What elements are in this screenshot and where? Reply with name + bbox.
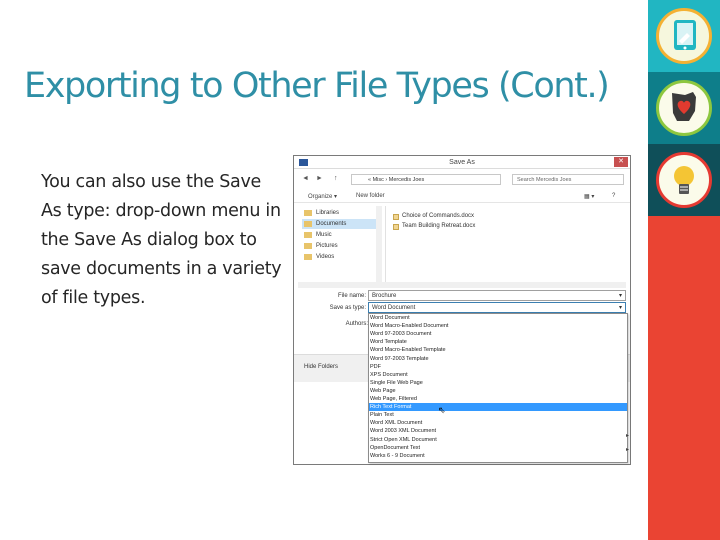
slide-title: Exporting to Other File Types (Cont.) xyxy=(24,66,610,106)
back-arrow-icon[interactable]: ◄ xyxy=(302,175,309,182)
tablet-touch-icon xyxy=(656,8,712,64)
nav-item-videos[interactable]: Videos xyxy=(302,252,382,262)
nav-item-label: Videos xyxy=(316,254,335,260)
folder-icon xyxy=(304,210,312,216)
file-list: Choice of Commands.docx Team Building Re… xyxy=(392,206,626,284)
nav-item-documents[interactable]: Documents xyxy=(302,219,382,229)
authors-label: Authors: xyxy=(345,321,368,327)
dropdown-option[interactable]: Word 97-2003 Document xyxy=(369,330,627,338)
file-name-row: File name: Brochure ▾ xyxy=(298,290,626,302)
dropdown-option[interactable]: Word Macro-Enabled Document xyxy=(369,322,627,330)
lightbulb-icon xyxy=(656,152,712,208)
dropdown-option[interactable]: Word 97-2003 Template xyxy=(369,355,627,363)
dropdown-option[interactable]: OpenDocument Text xyxy=(369,444,627,452)
save-as-dialog: Save As ✕ ◄ ► ↑ « Misc › Mercedis Joes S… xyxy=(293,155,631,465)
forward-arrow-icon[interactable]: ► xyxy=(316,175,323,182)
document-icon xyxy=(393,224,399,230)
mouse-pointer-icon: ⇖ xyxy=(438,405,446,415)
help-icon[interactable]: ? xyxy=(612,193,615,199)
dropdown-option[interactable]: Works 6 - 9 Document xyxy=(369,452,627,460)
save-type-dropdown-list: Word Document Word Macro-Enabled Documen… xyxy=(368,313,628,463)
nav-item-label: Documents xyxy=(316,221,347,227)
dropdown-option[interactable]: PDF xyxy=(369,363,627,371)
dropdown-option[interactable]: Single File Web Page xyxy=(369,379,627,387)
slide-body-text: You can also use the Save As type: drop-… xyxy=(41,172,282,308)
nav-item-music[interactable]: Music xyxy=(302,230,382,240)
file-name-field[interactable]: Brochure ▾ xyxy=(368,290,626,301)
dialog-titlebar: Save As ✕ xyxy=(294,156,630,169)
nav-item-label: Libraries xyxy=(316,210,340,216)
scroll-arrow-icon[interactable]: ▸ xyxy=(626,432,629,439)
save-type-value: Word Document xyxy=(372,305,416,311)
view-options-icon[interactable]: ▦ ▾ xyxy=(584,193,594,200)
file-item[interactable]: Choice of Commands.docx xyxy=(392,212,474,221)
decorative-side-bar xyxy=(648,0,720,540)
dropdown-option[interactable]: Word XML Document xyxy=(369,419,627,427)
ohio-tile xyxy=(648,72,720,144)
file-item[interactable]: Team Building Retreat.docx xyxy=(392,222,475,231)
pictures-icon xyxy=(304,243,312,249)
dropdown-option[interactable]: Web Page xyxy=(369,387,627,395)
document-icon xyxy=(393,214,399,220)
videos-icon xyxy=(304,254,312,260)
search-input[interactable]: Search Mercedis Joes xyxy=(512,174,624,185)
dropdown-option[interactable]: XPS Document xyxy=(369,371,627,379)
dropdown-option[interactable]: Plain Text xyxy=(369,411,627,419)
save-type-select[interactable]: Word Document ▾ xyxy=(368,302,626,313)
close-icon[interactable]: ✕ xyxy=(614,157,628,167)
dialog-title: Save As xyxy=(449,159,475,166)
new-folder-button[interactable]: New folder xyxy=(356,193,385,199)
file-name: Choice of Commands.docx xyxy=(402,213,475,219)
nav-item-pictures[interactable]: Pictures xyxy=(302,241,382,251)
music-icon xyxy=(304,232,312,238)
dialog-toolbar: Organize ▾ New folder ▦ ▾ ? xyxy=(294,190,630,203)
idea-tile xyxy=(648,144,720,216)
navigation-pane: Libraries Documents Music Pictures Video… xyxy=(298,206,386,284)
dropdown-option[interactable]: Word Template xyxy=(369,338,627,346)
address-bar[interactable]: « Misc › Mercedis Joes xyxy=(351,174,501,185)
chevron-down-icon[interactable]: ▾ xyxy=(619,303,622,313)
dropdown-option[interactable]: Word Document xyxy=(369,314,627,322)
dropdown-option[interactable]: Word 2003 XML Document xyxy=(369,427,627,435)
address-row: ◄ ► ↑ « Misc › Mercedis Joes Search Merc… xyxy=(294,172,630,186)
dropdown-option[interactable]: Strict Open XML Document xyxy=(369,436,627,444)
dropdown-option[interactable]: Web Page, Filtered xyxy=(369,395,627,403)
organize-button[interactable]: Organize ▾ xyxy=(308,193,337,200)
ohio-heart-icon xyxy=(656,80,712,136)
chevron-down-icon[interactable]: ▾ xyxy=(619,291,622,301)
nav-scrollbar[interactable] xyxy=(376,206,382,284)
dropdown-option[interactable]: Word Macro-Enabled Template xyxy=(369,346,627,354)
file-list-scrollbar[interactable] xyxy=(298,282,626,288)
dropdown-option-selected[interactable]: Rich Text Format xyxy=(369,403,627,412)
nav-item-label: Pictures xyxy=(316,243,338,249)
nav-item-libraries[interactable]: Libraries xyxy=(302,208,382,218)
up-arrow-icon[interactable]: ↑ xyxy=(334,175,338,182)
hide-folders-button[interactable]: Hide Folders xyxy=(304,364,338,370)
scroll-arrow-icon[interactable]: ▸ xyxy=(626,446,629,453)
tablet-tile xyxy=(648,0,720,72)
file-name-value: Brochure xyxy=(372,293,397,299)
save-type-label: Save as type: xyxy=(329,305,366,311)
file-name-label: File name: xyxy=(337,293,366,299)
nav-item-label: Music xyxy=(316,232,332,238)
file-name: Team Building Retreat.docx xyxy=(402,223,476,229)
folder-icon xyxy=(304,221,312,227)
